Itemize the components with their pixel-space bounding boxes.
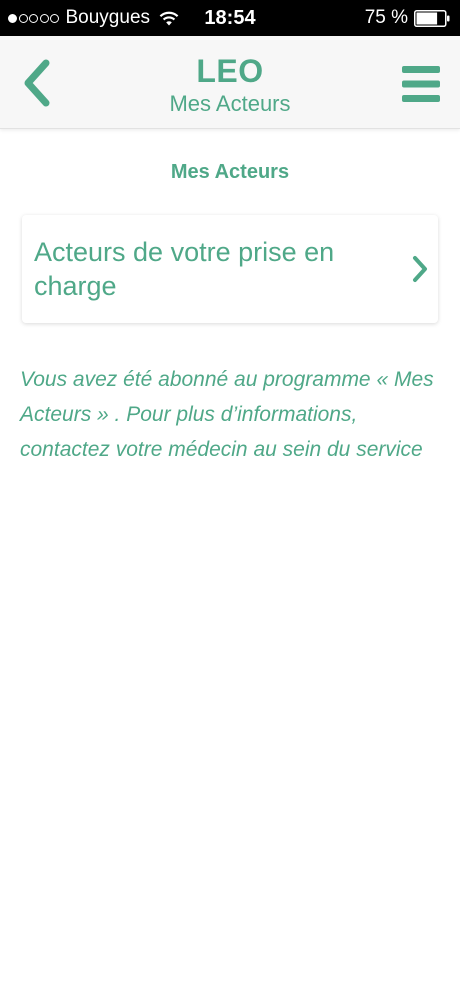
nav-titles: LEO Mes Acteurs <box>100 52 360 118</box>
battery-percent: 75 % <box>364 7 408 28</box>
page-subtitle: Mes Acteurs <box>169 91 291 116</box>
hamburger-menu-icon <box>402 66 440 102</box>
menu-button[interactable] <box>402 66 440 102</box>
nav-bar: LEO Mes Acteurs <box>0 36 460 129</box>
chevron-left-icon <box>24 59 50 107</box>
card-label: Acteurs de votre prise en charge <box>34 237 335 301</box>
section-title: Mes Acteurs <box>170 161 290 183</box>
battery-icon <box>414 9 450 27</box>
status-bar: Bouygues 18:54 75 % <box>0 0 460 36</box>
subscription-info-text: Vous avez été abonné au programme « Mes … <box>20 368 434 461</box>
actors-card[interactable]: Acteurs de votre prise en charge <box>22 215 438 323</box>
back-button[interactable] <box>18 58 58 108</box>
chevron-right-icon <box>412 255 428 283</box>
app-title: LEO <box>196 53 264 89</box>
status-right: 75 % <box>365 0 450 36</box>
